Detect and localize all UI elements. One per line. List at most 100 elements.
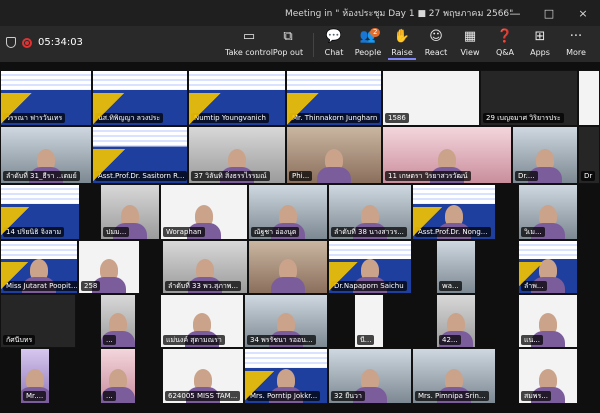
participant-tile[interactable]: วรรณา ฟารวันเทร <box>0 70 92 126</box>
participant-tile[interactable]: ปมม... <box>100 184 160 240</box>
recording-timer: 05:34:03 <box>38 37 83 48</box>
participant-tile[interactable]: 29 เบญจมาศ วิริยารประ <box>480 70 578 126</box>
participant-tile[interactable]: ... <box>100 348 136 404</box>
participant-tile[interactable]: Mr.... <box>20 348 50 404</box>
participant-tile[interactable]: Mr. Thinnakorn Jungharn <box>286 70 382 126</box>
participant-name: ลำพ... <box>521 281 547 291</box>
apps-icon: ⊞ <box>534 29 546 44</box>
participant-name: สมพร... <box>521 391 551 401</box>
participant-name: ... <box>103 335 116 345</box>
participant-tile[interactable]: แม่นงค์ สุดามณรา <box>160 294 244 348</box>
view-icon: ▦ <box>463 29 477 44</box>
participant-tile[interactable]: 624005 MISS TAM... <box>162 348 244 404</box>
participant-name: 37 วิลันทิ สิ่งธรรไรรมณ์ <box>191 171 270 181</box>
participant-name: Numtip Youngvanich <box>191 113 269 123</box>
people-count-badge: 2 <box>370 28 381 37</box>
participant-name: 42... <box>439 335 461 345</box>
participant-tile[interactable]: 32 ยืนวา <box>328 348 412 404</box>
participant-tile[interactable]: Asst.Prof.Dr. Sasitorn R... <box>92 126 188 184</box>
title-bar: Meeting in " ห้องประชุม Day 1 ■ 27 พฤษภา… <box>0 0 600 26</box>
participant-tile[interactable]: Woraphan <box>160 184 248 240</box>
chat-icon: 💬 <box>325 29 343 44</box>
participant-tile[interactable] <box>578 70 600 126</box>
participant-name: ลำดับที่ 31_ธีรา ..เตมย์ <box>3 171 80 181</box>
participant-tile[interactable]: Numtip Youngvanich <box>188 70 286 126</box>
participant-name: 34 พรรัชนา รออน... <box>247 335 316 345</box>
participant-tile[interactable]: Miss Jutarat Poopitu... <box>0 240 78 294</box>
recording-icon <box>22 37 32 48</box>
participant-name: Dr.Napaporn Saichu <box>331 281 407 291</box>
participant-tile[interactable]: Asst.Prof.Dr. Nong... <box>412 184 496 240</box>
participant-video-grid: วรรณา ฟารวันเทร นส.ทิพิญญา ลวงประ Numtip… <box>0 70 600 413</box>
participant-name: 258 <box>81 281 101 291</box>
maximize-button[interactable]: □ <box>534 0 564 26</box>
apps-button[interactable]: ⊞ Apps <box>520 29 560 58</box>
participant-tile[interactable]: Mrs. Pimnipa Srin... <box>412 348 496 404</box>
participant-tile[interactable]: ลำพ... <box>518 240 578 294</box>
participant-name: ลำดับที่ 38 นางสาวร... <box>331 227 407 237</box>
participant-tile[interactable]: 11 เกษตรา วิรยาสวรวัฒน์ <box>382 126 512 184</box>
participant-tile[interactable]: ณัฐชา อ่องนุต <box>248 184 328 240</box>
participant-name: 1586 <box>385 113 409 123</box>
participant-tile[interactable]: แน... <box>518 294 578 348</box>
qa-button[interactable]: ❓ Q&A <box>485 29 525 58</box>
participant-name: Asst.Prof.Dr. Sasitorn R... <box>95 171 187 181</box>
participant-tile[interactable]: กัศนีบทร <box>0 294 76 348</box>
participant-tile[interactable]: ลำดับที่ 33 พว.สุภาพ... <box>162 240 248 294</box>
raise-hand-icon: ✋ <box>393 29 411 44</box>
window-title: Meeting in " ห้องประชุม Day 1 ■ 27 พฤษภา… <box>285 9 514 19</box>
participant-name: 32 ยืนวา <box>331 391 365 401</box>
participant-name: Mr.... <box>23 391 47 401</box>
take-control-icon: ▭ <box>242 29 256 44</box>
react-icon: ☺ <box>429 29 443 44</box>
participant-tile[interactable]: ... <box>100 294 136 348</box>
participant-name: นส.ทิพิญญา ลวงประ <box>95 113 164 123</box>
participant-tile[interactable]: สมพร... <box>518 348 578 404</box>
participant-name: ปมม... <box>103 227 130 237</box>
participant-tile[interactable]: 34 พรรัชนา รออน... <box>244 294 328 348</box>
participant-tile[interactable]: Dr <box>578 126 600 184</box>
pop-out-icon: ⧉ <box>283 29 293 44</box>
participant-name: วิเม... <box>521 227 545 237</box>
participant-name: แม่นงค์ สุดามณรา <box>163 335 225 345</box>
participant-name: Mrs. Pimnipa Srin... <box>415 391 489 401</box>
raise-active-indicator <box>388 58 416 60</box>
pop-out-button[interactable]: ⧉ Pop out <box>268 29 308 58</box>
participant-tile[interactable]: 37 วิลันทิ สิ่งธรรไรรมณ์ <box>188 126 286 184</box>
participant-tile[interactable]: Phi... <box>286 126 382 184</box>
participant-name: วรรณา ฟารวันเทร <box>3 113 66 123</box>
close-button[interactable]: × <box>568 0 598 26</box>
minimize-button[interactable]: — <box>500 0 530 26</box>
participant-tile[interactable]: Dr.... <box>512 126 578 184</box>
participant-name: Mr. Thinnakorn Jungharn <box>289 113 381 123</box>
participant-tile[interactable]: 258 <box>78 240 140 294</box>
take-control-button[interactable]: ▭ Take control <box>225 29 273 58</box>
participant-name: Woraphan <box>163 227 205 237</box>
participant-name: ลำดับที่ 33 พว.สุภาพ... <box>165 281 242 291</box>
participant-tile[interactable]: 14 ปริยนิธิ จิงลาม <box>0 184 80 240</box>
participant-name: แน... <box>521 335 543 345</box>
participant-tile[interactable]: Mrs. Porntip Jokkr... <box>244 348 328 404</box>
participant-name: Dr.... <box>515 171 538 181</box>
participant-tile[interactable]: Dr.Napaporn Saichu <box>328 240 412 294</box>
more-icon: ··· <box>569 29 583 44</box>
participant-name: 29 เบญจมาศ วิริยารประ <box>483 113 564 123</box>
participant-tile[interactable]: wa... <box>436 240 476 294</box>
view-button[interactable]: ▦ View <box>450 29 490 58</box>
participant-tile[interactable]: นี... <box>354 294 384 348</box>
participant-tile[interactable]: วิเม... <box>518 184 578 240</box>
participant-tile[interactable]: ลำดับที่ 31_ธีรา ..เตมย์ <box>0 126 92 184</box>
participant-name: กัศนีบทร <box>3 335 36 345</box>
qa-icon: ❓ <box>496 29 514 44</box>
participant-name: Phi... <box>289 171 313 181</box>
participant-tile[interactable]: ลำดับที่ 38 นางสาวร... <box>328 184 412 240</box>
participant-tile[interactable]: 1586 <box>382 70 480 126</box>
more-button[interactable]: ··· More <box>556 29 596 58</box>
participant-tile[interactable]: 42... <box>436 294 476 348</box>
participant-name: ณัฐชา อ่องนุต <box>251 227 300 237</box>
participant-tile[interactable] <box>248 240 328 294</box>
recording-status: 05:34:03 <box>6 37 83 48</box>
participant-tile[interactable]: นส.ทิพิญญา ลวงประ <box>92 70 188 126</box>
participant-name: นี... <box>357 335 375 345</box>
participant-name: 11 เกษตรา วิรยาสวรวัฒน์ <box>385 171 471 181</box>
